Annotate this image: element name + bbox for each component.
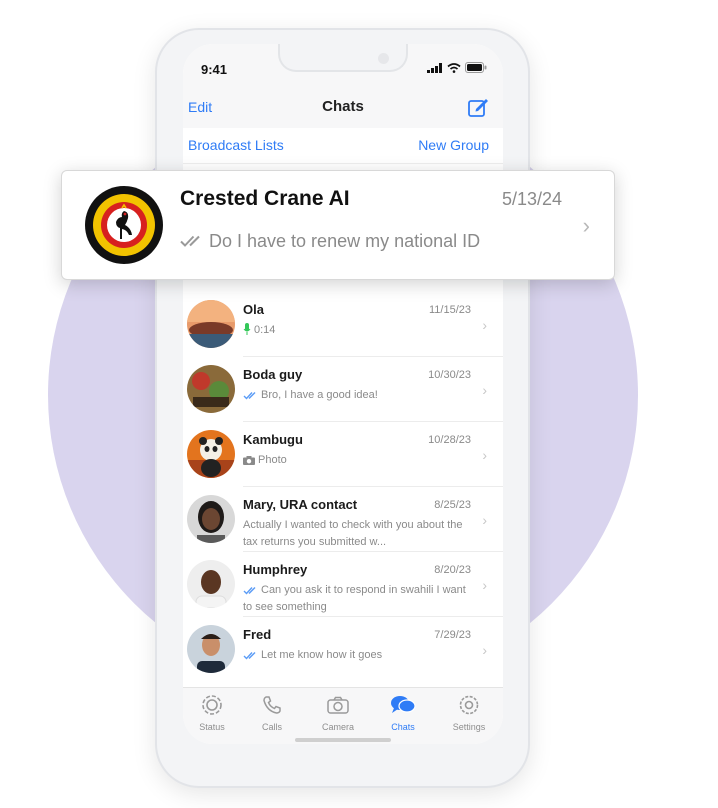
tab-bar: Status Calls Camera Chats Settings <box>183 687 503 744</box>
chat-name: Boda guy <box>243 367 303 382</box>
double-check-icon <box>243 587 256 595</box>
nav-bar: Edit Chats <box>183 94 503 128</box>
phone-icon <box>263 696 281 714</box>
chat-date: 10/28/23 <box>428 434 471 446</box>
chat-preview: Let me know how it goes <box>243 647 475 664</box>
chat-date: 7/29/23 <box>434 629 471 641</box>
tab-label: Calls <box>261 722 282 732</box>
tab-label: Settings <box>452 722 486 732</box>
status-icon <box>202 695 222 715</box>
chat-row-fred[interactable]: Fred 7/29/23 Let me know how it goes › <box>183 617 503 682</box>
signal-icon <box>427 62 442 73</box>
uganda-crest-icon <box>85 186 163 264</box>
chat-date: 8/20/23 <box>434 564 471 576</box>
chat-preview: Can you ask it to respond in swahili I w… <box>243 582 475 616</box>
chat-bubbles-icon <box>391 696 416 713</box>
featured-chat-card[interactable]: Crested Crane AI 5/13/24 Do I have to re… <box>61 170 615 280</box>
status-bar: 9:41 <box>183 44 503 94</box>
chat-date: 8/25/23 <box>434 499 471 511</box>
chat-row-kambugu[interactable]: Kambugu 10/28/23 Photo › <box>183 422 503 487</box>
avatar <box>187 625 235 673</box>
phone-screen: 9:41 Edit Chats Broadcast Lists New Grou… <box>183 44 503 744</box>
featured-chat-date: 5/13/24 <box>501 189 562 209</box>
avatar <box>187 560 235 608</box>
battery-icon <box>465 62 487 73</box>
tab-label: Chats <box>391 722 415 732</box>
chevron-right-icon: › <box>482 382 487 398</box>
chat-preview: Photo <box>243 452 475 469</box>
chat-name: Humphrey <box>243 562 308 577</box>
featured-chat-preview-text: Do I have to renew my national ID <box>209 231 481 251</box>
chevron-right-icon: › <box>482 642 487 658</box>
chat-preview: Bro, I have a good idea! <box>243 387 475 404</box>
chat-preview-text: Can you ask it to respond in swahili I w… <box>243 584 466 613</box>
lists-row: Broadcast Lists New Group <box>183 128 503 164</box>
chat-preview-text: 0:14 <box>254 324 276 336</box>
chat-row-mary-ura-contact[interactable]: Mary, URA contact 8/25/23 Actually I wan… <box>183 487 503 552</box>
wifi-icon <box>447 62 461 73</box>
chat-name: Mary, URA contact <box>243 497 358 512</box>
chat-name: Ola <box>243 302 264 317</box>
double-check-icon <box>180 235 200 247</box>
stage: 9:41 Edit Chats Broadcast Lists New Grou… <box>0 0 718 808</box>
chat-preview-text: Bro, I have a good idea! <box>261 389 378 401</box>
avatar <box>187 430 235 478</box>
double-check-icon <box>243 652 256 660</box>
tab-settings[interactable]: Settings <box>440 694 498 732</box>
tab-calls[interactable]: Calls <box>243 694 301 732</box>
microphone-icon <box>243 323 251 335</box>
tab-label: Status <box>199 722 225 732</box>
chevron-right-icon: › <box>482 317 487 333</box>
chat-preview-text: Let me know how it goes <box>261 649 383 661</box>
tab-status[interactable]: Status <box>183 694 241 732</box>
compose-icon[interactable] <box>467 96 489 118</box>
avatar <box>187 300 235 348</box>
chat-row-ola[interactable]: Ola 11/15/23 0:14 › <box>183 292 503 357</box>
camera-icon <box>243 456 255 465</box>
front-camera <box>378 53 389 64</box>
chat-preview: 0:14 <box>243 322 475 339</box>
tab-camera[interactable]: Camera <box>309 694 367 732</box>
status-icons <box>427 62 487 73</box>
chevron-right-icon: › <box>482 577 487 593</box>
avatar <box>187 365 235 413</box>
chat-name: Kambugu <box>243 432 303 447</box>
new-group-link[interactable]: New Group <box>418 137 489 153</box>
chat-preview-text: Photo <box>258 454 287 466</box>
chat-row-humphrey[interactable]: Humphrey 8/20/23 Can you ask it to respo… <box>183 552 503 617</box>
chat-name: Fred <box>243 627 272 642</box>
status-time: 9:41 <box>201 62 228 77</box>
chat-row-boda-guy[interactable]: Boda guy 10/30/23 Bro, I have a good ide… <box>183 357 503 422</box>
gear-icon <box>459 695 479 715</box>
chevron-right-icon: › <box>482 447 487 463</box>
double-check-icon <box>243 392 256 400</box>
tab-label: Camera <box>321 722 354 732</box>
broadcast-lists-link[interactable]: Broadcast Lists <box>188 137 284 153</box>
chat-preview-text: Actually I wanted to check with you abou… <box>243 519 463 548</box>
chat-list: Ola 11/15/23 0:14 › Boda guy 10/30/23 Br… <box>183 292 503 682</box>
page-title: Chats <box>322 98 364 115</box>
chat-date: 11/15/23 <box>428 304 471 316</box>
chevron-right-icon: › <box>482 512 487 528</box>
featured-chat-name: Crested Crane AI <box>180 187 350 210</box>
avatar <box>187 495 235 543</box>
chevron-right-icon: › <box>582 213 590 238</box>
tab-chats[interactable]: Chats <box>374 694 432 732</box>
home-indicator <box>295 738 391 742</box>
camera-icon <box>327 696 349 714</box>
chat-date: 10/30/23 <box>428 369 471 381</box>
chat-preview: Actually I wanted to check with you abou… <box>243 517 475 551</box>
featured-chat-preview: Do I have to renew my national ID <box>180 231 480 252</box>
